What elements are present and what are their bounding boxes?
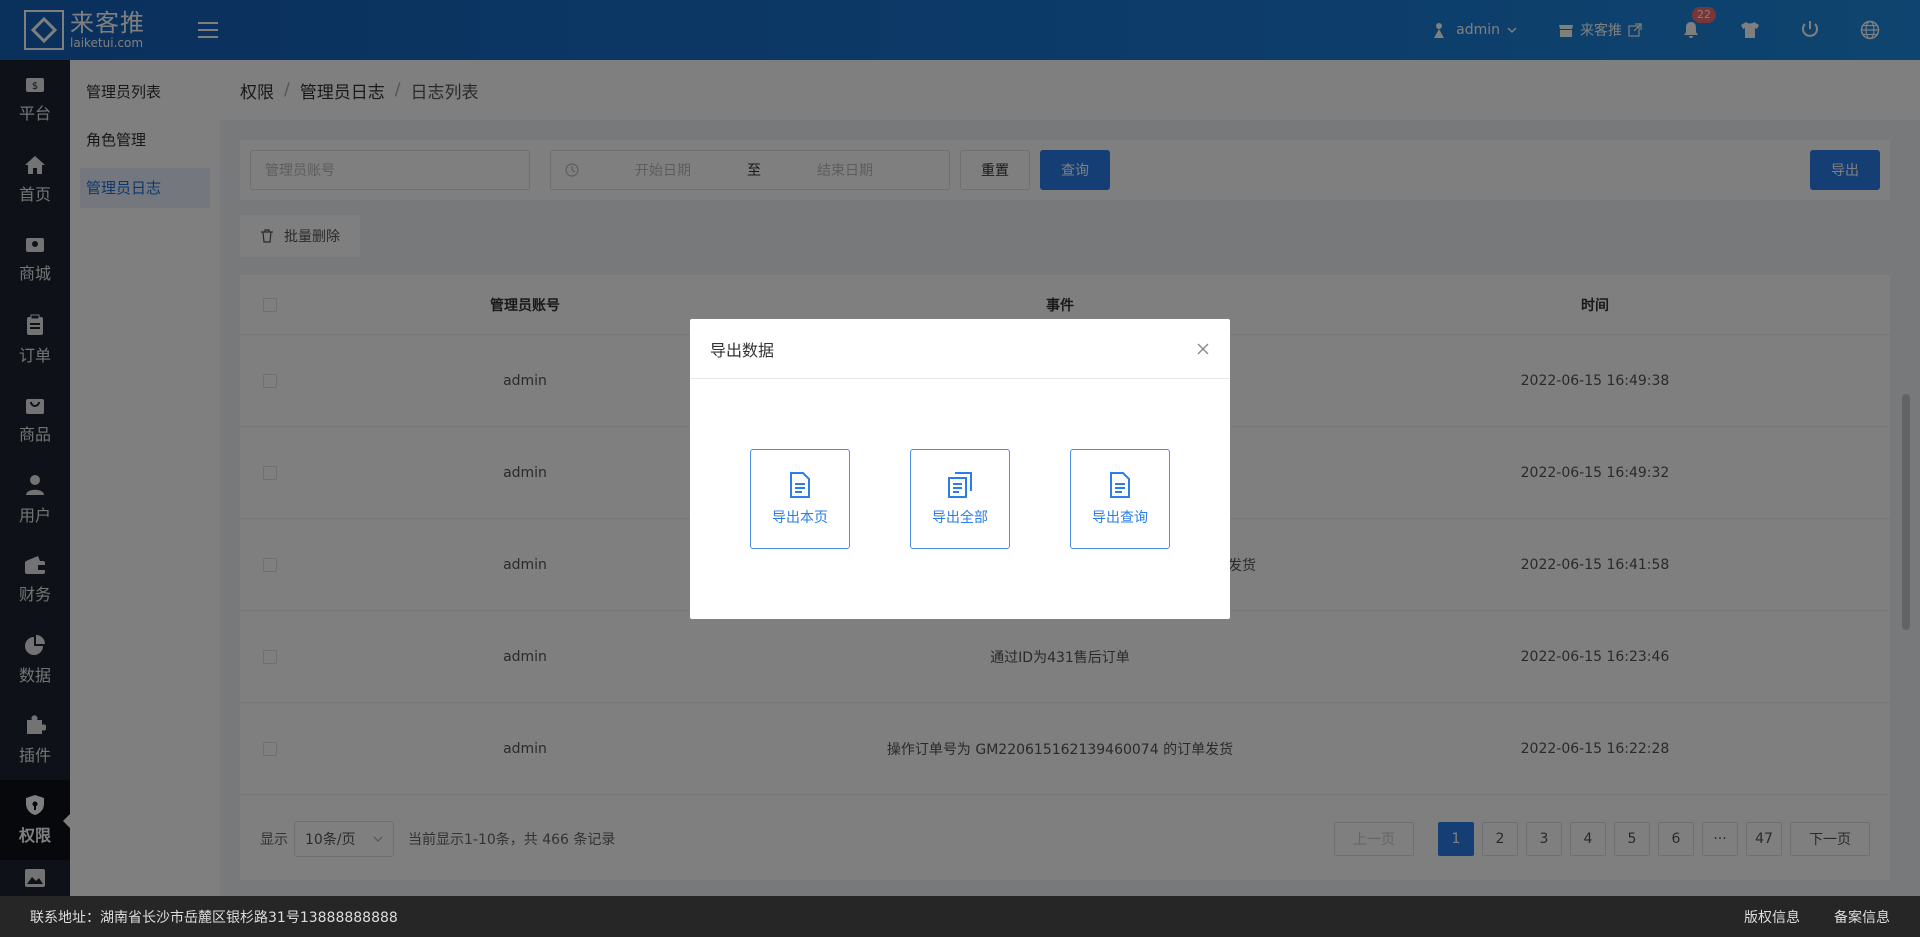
footer-icp-link[interactable]: 备案信息 (1834, 907, 1890, 927)
export-all-button[interactable]: 导出全部 (910, 449, 1010, 549)
export-page-label: 导出本页 (772, 510, 828, 526)
export-dialog-header: 导出数据 (690, 319, 1230, 379)
export-all-label: 导出全部 (932, 510, 988, 526)
export-dialog-title: 导出数据 (710, 340, 775, 360)
export-dialog: 导出数据 导出本页 导出全部 导出查询 (690, 319, 1230, 619)
footer-copyright-link[interactable]: 版权信息 (1744, 907, 1800, 927)
export-options: 导出本页 导出全部 导出查询 (690, 379, 1230, 549)
document-icon (1110, 472, 1130, 498)
export-query-label: 导出查询 (1092, 510, 1148, 526)
footer: 联系地址：湖南省长沙市岳麓区银杉路31号13888888888 版权信息 备案信… (0, 896, 1920, 937)
export-query-button[interactable]: 导出查询 (1070, 449, 1170, 549)
copy-documents-icon (948, 472, 972, 498)
close-icon[interactable] (1196, 342, 1210, 356)
export-page-button[interactable]: 导出本页 (750, 449, 850, 549)
document-icon (790, 472, 810, 498)
footer-address: 联系地址：湖南省长沙市岳麓区银杉路31号13888888888 (30, 909, 398, 926)
